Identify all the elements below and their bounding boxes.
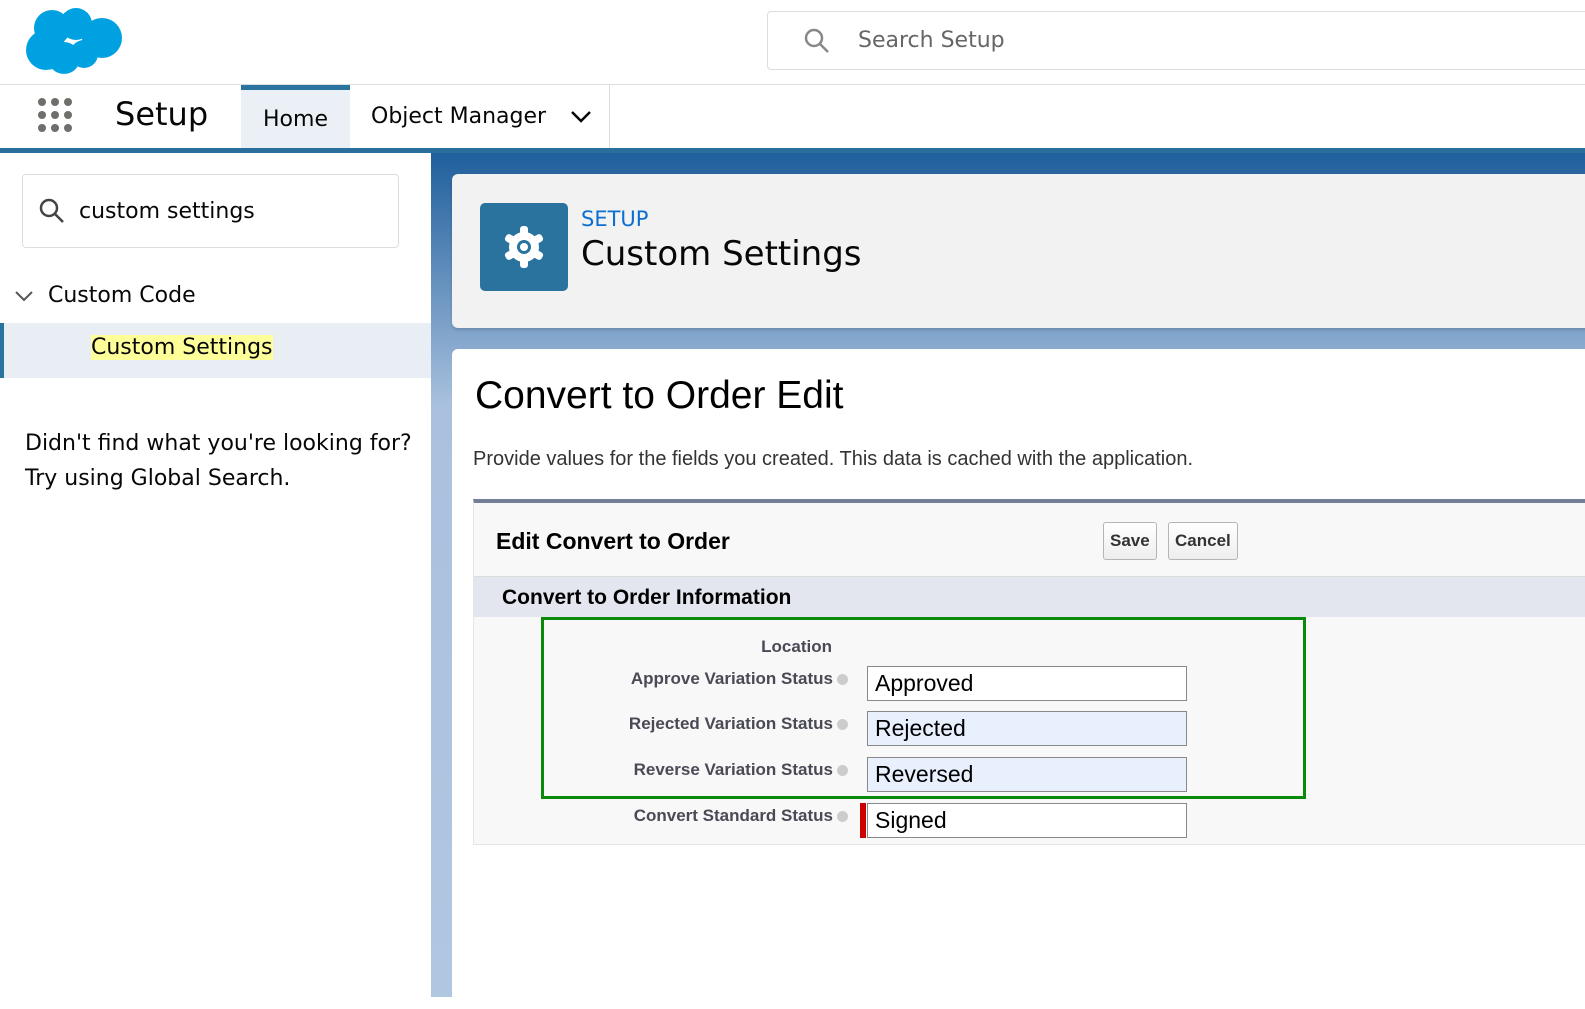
sidebar-group-custom-code[interactable]: Custom Code xyxy=(14,283,196,308)
edit-block: Edit Convert to Order Save Cancel Conver… xyxy=(473,499,1585,845)
app-name: Setup xyxy=(115,95,209,133)
content-body: Convert to Order Edit Provide values for… xyxy=(452,349,1585,1009)
salesforce-logo[interactable] xyxy=(24,6,124,76)
search-hint: Didn't find what you're looking for? Try … xyxy=(25,426,412,496)
quick-find-value: custom settings xyxy=(79,198,255,224)
search-icon xyxy=(39,198,64,223)
chevron-down-icon xyxy=(15,290,33,301)
help-icon[interactable] xyxy=(837,674,848,686)
tab-object-manager-label: Object Manager xyxy=(371,104,547,129)
quick-find-input[interactable]: custom settings xyxy=(22,174,399,248)
cancel-button[interactable]: Cancel xyxy=(1168,522,1238,560)
page-title: Custom Settings xyxy=(581,234,862,274)
setup-sidebar: custom settings Custom Code Custom Setti… xyxy=(0,153,431,997)
field-label: Rejected Variation Status xyxy=(629,714,848,734)
required-indicator xyxy=(860,803,866,838)
global-search-input[interactable]: Search Setup xyxy=(767,11,1585,70)
field-label: Reverse Variation Status xyxy=(634,760,848,780)
convert-standard-status-input[interactable] xyxy=(867,803,1187,838)
tab-home-label: Home xyxy=(263,106,328,132)
section-title: Convert to Order Information xyxy=(502,586,792,609)
rejected-variation-status-input[interactable] xyxy=(867,711,1187,746)
global-header: Search Setup xyxy=(0,0,1585,85)
tab-home[interactable]: Home xyxy=(241,85,350,148)
help-icon[interactable] xyxy=(837,719,848,731)
description: Provide values for the fields you create… xyxy=(473,448,1194,470)
block-title: Edit Convert to Order xyxy=(496,528,730,554)
help-icon[interactable] xyxy=(837,765,848,777)
location-label: Location xyxy=(761,637,832,656)
chevron-down-icon[interactable] xyxy=(570,110,592,124)
context-nav: Setup Home Object Manager xyxy=(0,85,1585,149)
hint-line: Try using Global Search. xyxy=(25,466,291,491)
main-content: SETUP Custom Settings Convert to Order E… xyxy=(431,153,1585,1009)
reverse-variation-status-input[interactable] xyxy=(867,757,1187,792)
tab-object-manager[interactable]: Object Manager xyxy=(350,85,610,148)
breadcrumb: SETUP xyxy=(581,207,649,231)
sidebar-group-label: Custom Code xyxy=(48,283,196,308)
search-icon xyxy=(804,28,829,53)
search-placeholder: Search Setup xyxy=(858,28,1005,53)
hint-line: Didn't find what you're looking for? xyxy=(25,431,412,456)
edit-title: Convert to Order Edit xyxy=(475,374,844,417)
save-button[interactable]: Save xyxy=(1103,522,1157,560)
sidebar-item-label: Custom Settings xyxy=(91,335,273,360)
section-header: Convert to Order Information xyxy=(474,576,1585,617)
page-header: SETUP Custom Settings xyxy=(452,174,1585,328)
field-label: Approve Variation Status xyxy=(631,669,848,689)
app-launcher-icon[interactable] xyxy=(38,98,72,132)
gear-icon xyxy=(480,203,568,291)
approve-variation-status-input[interactable] xyxy=(867,666,1187,701)
sidebar-item-custom-settings[interactable]: Custom Settings xyxy=(0,323,431,378)
help-icon[interactable] xyxy=(837,811,848,823)
field-label: Convert Standard Status xyxy=(634,806,848,826)
